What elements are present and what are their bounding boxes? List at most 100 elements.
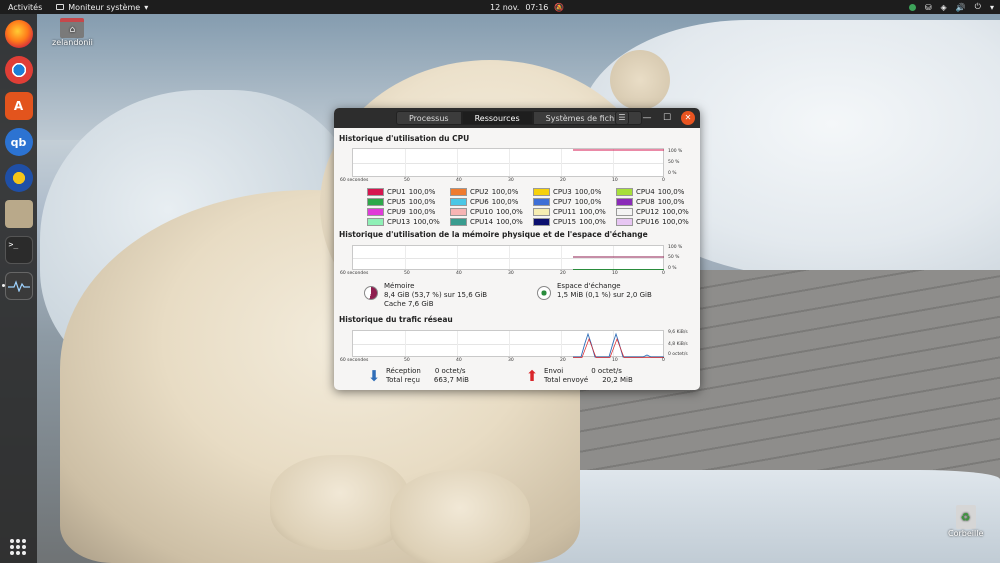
clock-time: 07:16 [525,2,549,12]
window-header[interactable]: Processus Ressources Systèmes de fichier… [334,108,700,128]
home-folder-desktop-icon[interactable]: ⌂ zelandonii [52,18,93,47]
send-rate: 0 octet/s [591,367,622,375]
cpu-color-swatch[interactable] [450,207,467,216]
memory-pie-icon[interactable] [364,286,378,300]
cpu-color-swatch[interactable] [533,218,550,227]
software-store-icon[interactable]: A [4,92,33,120]
memory-line-plot [573,256,664,270]
cpu-color-swatch[interactable] [533,187,550,196]
x-tick-label: 10 [612,178,618,183]
shield-icon[interactable] [908,3,916,11]
terminal-icon[interactable]: >_ [4,236,33,264]
minimize-icon[interactable]: — [640,111,654,125]
x-tick-label: 10 [612,271,618,276]
cpu-label: CPU13 [387,218,411,227]
x-tick-label: 40 [456,358,462,363]
cpu-color-swatch[interactable] [450,187,467,196]
cpu-value: 100,0% [491,187,519,196]
memory-cache: Cache 7,6 GiB [384,300,434,308]
system-tray[interactable]: ⛁ ◈ 🔊 ⏻ ▾ [908,2,994,12]
y-tick-label: 0 % [668,266,677,271]
cpu-value: 100,0% [496,207,523,216]
firefox-icon[interactable] [4,20,33,48]
x-tick-label: 0 [662,178,665,183]
network-history-graph [352,330,664,358]
cpu-line-plot [573,149,664,151]
cpu-label: CPU5 [387,197,406,206]
wallpaper-bear-paw [390,470,530,563]
lock-icon[interactable]: ⛁ [925,3,932,12]
cpu-color-swatch[interactable] [533,197,550,206]
volume-icon[interactable]: 🔊 [956,3,966,12]
cpu-value: 100,0% [413,218,440,227]
receive-label: Réception [386,367,421,375]
clock[interactable]: 12 nov. 07:16 🔕 [490,3,564,12]
files-icon[interactable] [4,200,33,228]
hamburger-menu-icon[interactable]: ☰ [615,111,629,125]
x-tick-label: 0 [662,271,665,276]
cpu-value: 100,0% [491,197,519,206]
cpu-value: 100,0% [657,197,685,206]
cpu-legend-item: CPU1 100,0% [367,187,450,196]
arrow-up-icon[interactable]: ⬆ [525,369,539,385]
top-bar: Activités Moniteur système ▾ 12 nov. 07:… [0,0,1000,14]
memory-history-graph [352,245,664,270]
memory-summary: Mémoire 8,4 GiB (53,7 %) sur 15,6 GiB Ca… [364,282,487,309]
network-section-title: Historique du trafic réseau [339,315,453,324]
network-send-summary: ⬆ Envoi 0 octet/s Total envoyé 20,2 MiB [525,367,633,385]
cpu-color-swatch[interactable] [616,197,633,206]
cpu-value: 100,0% [408,187,436,196]
cpu-legend-item: CPU11 100,0% [533,207,616,216]
cpu-section-title: Historique d'utilisation du CPU [339,134,470,143]
tab-processes[interactable]: Processus [396,111,462,125]
cpu-color-swatch[interactable] [450,218,467,227]
cpu-color-swatch[interactable] [450,197,467,206]
cpu-value: 100,0% [408,207,436,216]
system-monitor-icon[interactable] [1,272,33,300]
x-tick-label: 30 [508,358,514,363]
cpu-color-swatch[interactable] [616,207,633,216]
show-apps-icon[interactable] [10,539,26,555]
chrome-icon[interactable] [4,56,33,84]
cpu-color-swatch[interactable] [367,187,384,196]
cpu-history-graph [352,148,664,177]
cpu-label: CPU11 [553,207,577,216]
trash-desktop-icon[interactable]: ♻ Corbeille [948,505,983,538]
maximize-icon[interactable]: ☐ [660,111,674,125]
y-tick-label: 4,8 KiB/s [668,342,688,347]
app-menu[interactable]: Moniteur système ▾ [56,3,148,12]
x-tick-label: 40 [456,271,462,276]
power-icon[interactable]: ⏻ [975,2,981,12]
arrow-down-icon[interactable]: ⬇ [367,369,381,385]
x-tick-label: 10 [612,358,618,363]
total-sent-value: 20,2 MiB [602,376,633,384]
x-tick-label: 0 [662,358,665,363]
qbittorrent-icon[interactable]: qb [4,128,33,156]
swap-pie-icon[interactable] [537,286,551,300]
y-tick-label: 0 % [668,171,677,176]
chevron-down-icon[interactable]: ▾ [990,3,994,12]
cpu-label: CPU16 [636,218,660,227]
chevron-down-icon: ▾ [144,2,149,12]
cpu-label: CPU1 [387,187,406,196]
cpu-color-swatch[interactable] [616,218,633,227]
bug-tracker-icon[interactable] [4,164,33,192]
cpu-legend-item: CPU4 100,0% [616,187,699,196]
cpu-color-swatch[interactable] [367,207,384,216]
cpu-color-swatch[interactable] [367,218,384,227]
activities-button[interactable]: Activités [0,3,50,12]
cpu-color-swatch[interactable] [616,187,633,196]
cpu-color-swatch[interactable] [533,207,550,216]
close-icon[interactable]: ✕ [681,111,695,125]
tab-resources[interactable]: Ressources [461,111,533,125]
network-icon[interactable]: ◈ [941,3,947,12]
y-tick-label: 100 % [668,149,683,154]
network-line-plot [573,332,664,358]
notifications-muted-icon: 🔕 [554,2,565,12]
x-tick-label: 30 [508,271,514,276]
app-menu-label: Moniteur système [68,2,141,12]
x-tick-label: 40 [456,178,462,183]
total-received-value: 663,7 MiB [433,376,469,384]
cpu-color-swatch[interactable] [367,197,384,206]
y-tick-label: 50 % [668,160,680,165]
